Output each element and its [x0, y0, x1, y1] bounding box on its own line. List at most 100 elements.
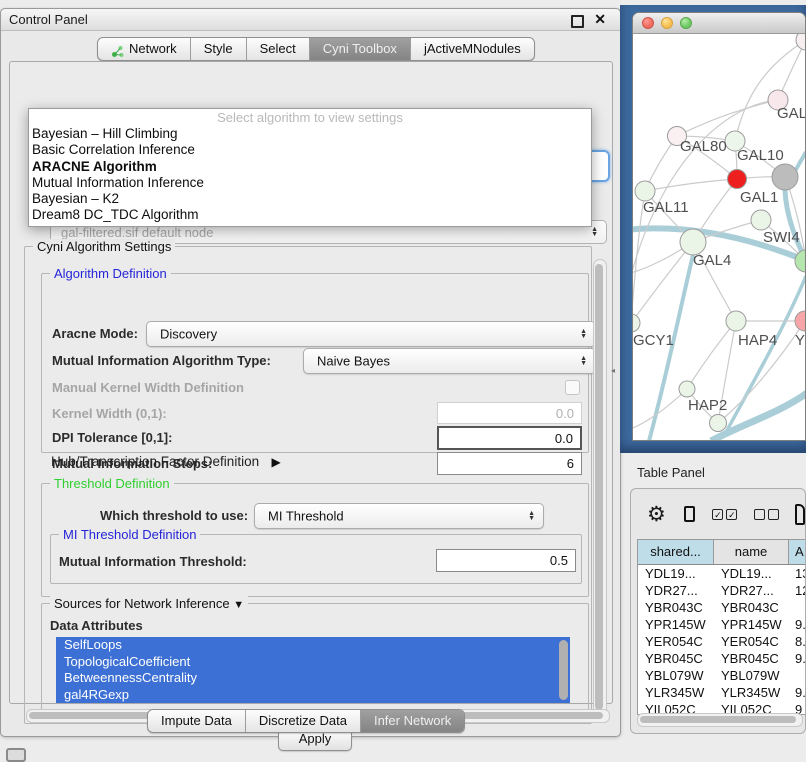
bottom-tab-infer-network[interactable]: Infer Network [360, 710, 464, 732]
table-row[interactable]: YBR043CYBR043C [638, 599, 806, 616]
bottom-tab-label: Infer Network [374, 710, 451, 732]
table-horizontal-scrollbar[interactable] [637, 713, 803, 727]
table-row[interactable]: YDR27...YDR27...12 [638, 582, 806, 599]
tab-network[interactable]: Network [98, 38, 190, 60]
collapse-down-icon[interactable]: ▼ [233, 599, 244, 611]
mi-threshold-group-title: MI Threshold Definition [59, 527, 200, 542]
network-canvas[interactable]: GAL7GAL80GAL10GAL1GAL11SWI4GAL4GCY1YHAP4… [633, 34, 806, 441]
column-header-clipped[interactable]: A [789, 540, 806, 564]
attribute-option-topologicalcoefficient[interactable]: TopologicalCoefficient [56, 654, 556, 671]
minimize-traffic-light-icon[interactable] [661, 17, 673, 29]
mi-threshold-field[interactable]: 0.5 [436, 549, 576, 572]
table-toolbar: ⚙ ✓✓ [631, 495, 805, 533]
hub-definition-label: Hub/Transcription Factor Definition [51, 454, 259, 469]
table-panel-title: Table Panel [637, 465, 705, 480]
table-cell: 13 [789, 565, 806, 582]
table-cell: 9. [789, 650, 806, 667]
network-node-swi4[interactable] [751, 210, 771, 230]
close-icon[interactable]: ✕ [594, 11, 606, 28]
table-row[interactable]: YBR045CYBR045C9. [638, 650, 806, 667]
expand-right-icon: ▶ [272, 455, 281, 469]
threshold-definition-group: Threshold Definition Which threshold to … [41, 483, 589, 597]
node-label: GAL7 [777, 105, 806, 122]
hub-definition-expander[interactable]: Hub/Transcription Factor Definition ▶ [51, 453, 281, 471]
select-all-columns-icon[interactable]: ✓✓ [712, 509, 737, 520]
tab-cyni-toolbox[interactable]: Cyni Toolbox [309, 38, 410, 60]
algorithm-option-basic-correlation-inference[interactable]: Basic Correlation Inference [29, 142, 591, 158]
dpi-tolerance-label: DPI Tolerance [0,1]: [52, 430, 172, 445]
table-cell: YPR145W [714, 616, 789, 633]
node-label: SWI4 [763, 229, 800, 246]
tab-label: Select [260, 38, 296, 60]
algorithm-option-bayesian-hill-climbing[interactable]: Bayesian – Hill Climbing [29, 126, 591, 142]
bottom-tab-label: Impute Data [161, 710, 232, 732]
network-node-hap4[interactable] [726, 311, 746, 331]
algorithm-option-mutual-information-inference[interactable]: Mutual Information Inference [29, 175, 591, 191]
splitter-collapse-icon[interactable]: ◂ [611, 366, 615, 375]
attribute-option-betweennesscentrality[interactable]: BetweennessCentrality [56, 670, 556, 687]
network-node-gal1[interactable] [728, 170, 747, 189]
mi-steps-field[interactable]: 6 [437, 452, 582, 475]
aracne-mode-combo[interactable]: Discovery ▲▼ [146, 321, 596, 347]
mi-algorithm-type-label: Mutual Information Algorithm Type: [52, 353, 271, 368]
network-node-gal11[interactable] [635, 181, 655, 201]
table-cell: YPR145W [638, 616, 714, 633]
network-node[interactable] [796, 34, 806, 50]
network-node-y[interactable] [795, 311, 806, 331]
algorithm-option-bayesian-k2[interactable]: Bayesian – K2 [29, 191, 591, 207]
spinner-arrows-icon: ▲▼ [580, 329, 587, 339]
cyni-toolbox-panel: gal-filtered.sif default node ▲▼ Select … [9, 61, 613, 704]
node-label: HAP2 [688, 397, 727, 414]
partial-corner-icon[interactable] [6, 748, 26, 762]
table-cell: 8. [789, 633, 806, 650]
network-node[interactable] [772, 164, 798, 190]
node-label: GAL10 [737, 147, 784, 164]
dpi-tolerance-field[interactable]: 0.0 [437, 426, 582, 450]
bottom-tab-label: Discretize Data [259, 710, 347, 732]
manual-kernel-width-label: Manual Kernel Width Definition [52, 380, 244, 395]
deselect-all-columns-icon[interactable] [754, 509, 779, 520]
attribute-option-selfloops[interactable]: SelfLoops [56, 637, 556, 654]
table-row[interactable]: YER054CYER054C8. [638, 633, 806, 650]
node-label: HAP4 [738, 332, 777, 349]
table-cell: YDR27... [714, 582, 789, 599]
table-row[interactable]: YPR145WYPR145W9. [638, 616, 806, 633]
data-attributes-list[interactable]: SelfLoopsTopologicalCoefficientBetweenne… [56, 637, 556, 703]
network-node-gcy1[interactable] [633, 314, 640, 332]
gear-icon[interactable]: ⚙ [647, 504, 666, 525]
which-threshold-combo[interactable]: MI Threshold ▲▼ [254, 503, 544, 529]
column-header-name[interactable]: name [714, 540, 789, 564]
network-node[interactable] [710, 415, 727, 432]
mi-algorithm-type-combo[interactable]: Naive Bayes ▲▼ [303, 348, 596, 374]
settings-vertical-scrollbar[interactable] [593, 259, 607, 717]
attributes-scrollbar[interactable] [556, 637, 570, 703]
algorithm-option-aracne-algorithm[interactable]: ARACNE Algorithm [29, 159, 591, 175]
zoom-traffic-light-icon[interactable] [680, 17, 692, 29]
table-row[interactable]: YBL079WYBL079W [638, 667, 806, 684]
table-row[interactable]: YDL19...YDL19...13 [638, 565, 806, 582]
algorithm-option-dream8-dc-tdc-algorithm[interactable]: Dream8 DC_TDC Algorithm [29, 207, 591, 223]
bottom-tab-discretize-data[interactable]: Discretize Data [245, 710, 360, 732]
close-traffic-light-icon[interactable] [642, 17, 654, 29]
network-node[interactable] [795, 250, 806, 272]
tab-select[interactable]: Select [246, 38, 309, 60]
cyni-algorithm-settings-group: Cyni Algorithm Settings Algorithm Defini… [24, 246, 592, 724]
tab-jactivemnodules[interactable]: jActiveMNodules [410, 38, 534, 60]
columns-icon[interactable] [684, 506, 696, 522]
manual-kernel-width-checkbox[interactable] [565, 380, 580, 395]
which-threshold-label: Which threshold to use: [100, 508, 248, 523]
column-header-shared-name[interactable]: shared... [638, 540, 714, 564]
bottom-tab-impute-data[interactable]: Impute Data [148, 710, 245, 732]
document-icon[interactable] [795, 504, 805, 525]
mi-algorithm-type-value: Naive Bayes [317, 354, 390, 369]
network-node-hap2[interactable] [679, 381, 695, 397]
tab-style[interactable]: Style [190, 38, 246, 60]
node-label: GCY1 [633, 332, 674, 349]
kernel-width-field[interactable]: 0.0 [437, 402, 582, 424]
float-window-icon[interactable] [571, 15, 584, 28]
attribute-option-gal4rgexp[interactable]: gal4RGexp [56, 687, 556, 704]
network-edge [735, 40, 806, 141]
table-row[interactable]: YLR345WYLR345W9. [638, 684, 806, 701]
table-cell [789, 667, 806, 684]
tab-label: Network [129, 38, 177, 60]
